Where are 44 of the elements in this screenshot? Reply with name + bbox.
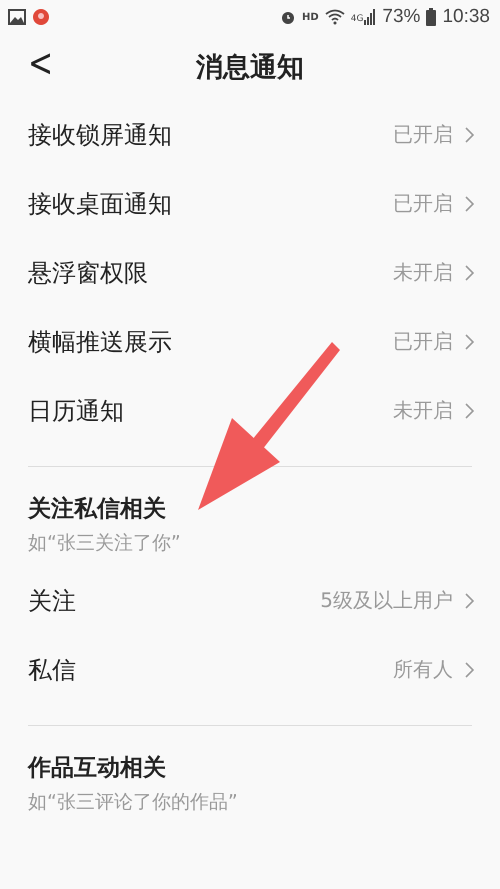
hd-indicator: HD	[302, 12, 319, 22]
app-icon	[32, 8, 50, 26]
settings-row[interactable]: 接收桌面通知 已开启	[0, 169, 500, 238]
settings-row[interactable]: 悬浮窗权限 未开启	[0, 238, 500, 307]
setting-label: 接收桌面通知	[28, 188, 172, 220]
setting-value: 未开启	[393, 397, 453, 424]
gallery-icon	[8, 9, 26, 25]
setting-label: 私信	[28, 654, 76, 686]
section-title: 关注私信相关	[28, 495, 167, 524]
setting-value: 未开启	[393, 259, 453, 286]
settings-row[interactable]: 横幅推送展示 已开启	[0, 307, 500, 376]
clock-time: 10:38	[442, 6, 490, 28]
chevron-right-icon	[465, 592, 474, 608]
setting-value: 已开启	[393, 121, 453, 148]
battery-percent: 73%	[382, 6, 420, 28]
alarm-icon	[280, 9, 296, 25]
section-title: 作品互动相关	[28, 754, 167, 783]
settings-row[interactable]: 关注 5级及以上用户	[0, 566, 500, 635]
battery-icon	[426, 8, 436, 26]
setting-value: 所有人	[393, 656, 453, 683]
chevron-right-icon	[465, 402, 474, 418]
chevron-right-icon	[465, 126, 474, 142]
chevron-right-icon	[465, 334, 474, 350]
section-subtitle: 如“张三关注了你”	[28, 531, 182, 556]
page-title: 消息通知	[196, 51, 304, 85]
section-subtitle: 如“张三评论了你的作品”	[28, 790, 239, 815]
settings-row[interactable]: 私信 所有人	[0, 635, 500, 704]
setting-label: 横幅推送展示	[28, 326, 172, 358]
setting-label: 日历通知	[28, 396, 124, 426]
setting-value: 已开启	[393, 190, 453, 217]
chevron-right-icon	[465, 264, 474, 280]
chevron-right-icon	[465, 662, 474, 678]
setting-value: 5级及以上用户	[320, 587, 453, 614]
back-button[interactable]: <	[22, 40, 60, 86]
setting-label: 悬浮窗权限	[28, 258, 148, 288]
settings-row[interactable]: 接收锁屏通知 已开启	[0, 100, 500, 169]
network-type: 4G	[350, 14, 364, 24]
signal-icon	[364, 9, 376, 25]
setting-value: 已开启	[393, 328, 453, 355]
settings-row[interactable]: 日历通知 未开启	[0, 376, 500, 445]
setting-label: 接收锁屏通知	[28, 120, 172, 150]
wifi-icon	[324, 9, 345, 25]
chevron-right-icon	[465, 196, 474, 212]
setting-label: 关注	[28, 586, 76, 616]
